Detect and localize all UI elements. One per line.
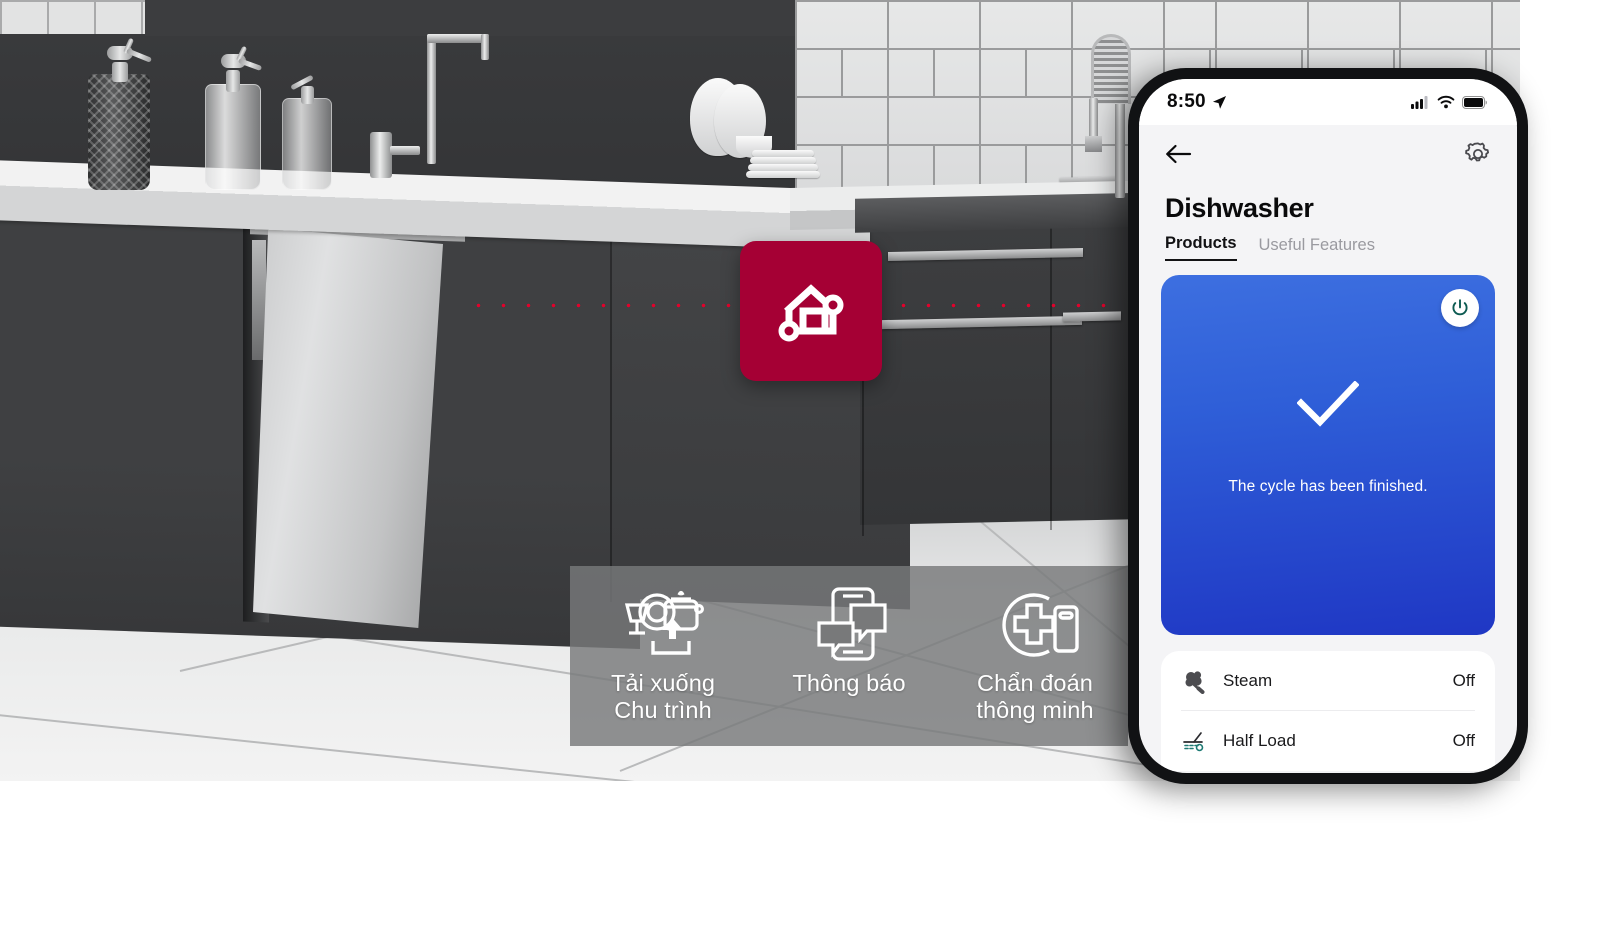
list-item[interactable]: Steam Off [1181, 651, 1475, 711]
cabinet-seam-2 [862, 206, 864, 536]
power-button[interactable] [1441, 289, 1479, 327]
status-bar-left: 8:50 [1167, 91, 1227, 113]
feature-item-download-cycle[interactable]: Tải xuống Chu trình [570, 566, 756, 724]
drawer-pull-5 [1063, 311, 1121, 322]
dishwasher-top-panel [250, 202, 465, 242]
drawer-pull-3 [888, 247, 1083, 262]
countertop-left [0, 160, 870, 251]
feature-label-line1: Chẩn đoán [977, 670, 1093, 696]
feature-label-notification: Thông báo [792, 670, 905, 697]
feature-item-notification[interactable]: Thông báo [756, 566, 942, 697]
dishwasher-open-door [253, 228, 443, 628]
back-arrow-icon [1166, 144, 1192, 163]
drawer-pull-1 [880, 183, 1085, 198]
location-arrow-icon [1212, 95, 1226, 109]
cabinet-seam-3 [1050, 200, 1052, 530]
feature-item-smart-diagnosis[interactable]: Chẩn đoán thông minh [942, 566, 1128, 724]
list-item-label: Steam [1223, 670, 1273, 690]
status-bar: 8:50 [1139, 79, 1517, 125]
status-card: The cycle has been finished. [1161, 275, 1495, 635]
status-bar-right [1411, 95, 1487, 109]
settings-button[interactable] [1465, 141, 1491, 172]
list-item-label: Half Load [1223, 731, 1296, 750]
list-item-value: Off [1452, 731, 1475, 750]
smart-diagnosis-icon [987, 583, 1083, 667]
status-time: 8:50 [1167, 91, 1206, 112]
base-cabinets-left [0, 196, 640, 650]
feature-label-line1: Tải xuống [610, 670, 716, 696]
tab-bar: Products Useful Features [1139, 224, 1517, 261]
dark-wall-top [145, 0, 800, 36]
steam-icon [1181, 668, 1223, 694]
feature-overlay-panel: Tải xuống Chu trình Thông báo Chẩn đoán … [570, 566, 1128, 746]
lg-thinq-logo-tile[interactable] [740, 241, 882, 381]
dark-wall [0, 0, 800, 200]
page-title: Dishwasher [1165, 193, 1314, 223]
status-card-message: The cycle has been finished. [1228, 478, 1428, 495]
seltzer-bottle-2 [205, 45, 263, 190]
tile-patch-upper-left [0, 0, 145, 34]
floor-shadow [0, 520, 900, 610]
dishwasher-cavity [243, 211, 269, 623]
wifi-icon [1437, 95, 1455, 109]
glass-bottle-3 [282, 74, 332, 190]
feature-list: Steam Off Half Load Off [1161, 651, 1495, 771]
drawer-pull-2 [1060, 176, 1120, 187]
lg-thinq-home-icon [778, 284, 844, 342]
base-cabinets-right [610, 228, 910, 610]
app-root: Tải xuống Chu trình Thông báo Chẩn đoán … [0, 0, 1600, 946]
half-load-icon [1181, 728, 1223, 754]
back-button[interactable] [1165, 143, 1192, 170]
cellular-signal-icon [1411, 96, 1428, 109]
tab-products[interactable]: Products [1165, 234, 1237, 261]
cabinet-seam-1 [610, 232, 612, 602]
connector-dotted-line [466, 303, 1121, 308]
dishwasher-rack [252, 240, 266, 360]
feature-label-line1: Thông báo [792, 670, 906, 696]
checkmark-icon [1296, 380, 1360, 434]
feature-label-line2: Chu trình [614, 697, 712, 723]
phone-screen: 8:50 Dishwasher Products Useful Features… [1139, 79, 1517, 773]
download-cycle-icon [613, 583, 713, 667]
feature-label-download-cycle: Tải xuống Chu trình [611, 670, 715, 724]
nav-bar [1139, 125, 1517, 187]
power-icon [1452, 299, 1468, 316]
seltzer-bottle-1 [88, 37, 152, 190]
tab-useful-features[interactable]: Useful Features [1259, 236, 1375, 261]
list-item-value: Off [1452, 670, 1475, 690]
feature-label-smart-diagnosis: Chẩn đoán thông minh [976, 670, 1093, 724]
list-item[interactable]: Half Load Off [1181, 711, 1475, 771]
phone-notification-icon [805, 583, 893, 667]
drawer-pull-4 [882, 315, 1082, 330]
gear-icon [1465, 142, 1489, 161]
feature-label-line2: thông minh [976, 697, 1094, 723]
battery-full-icon [1462, 95, 1487, 109]
phone-device: 8:50 Dishwasher Products Useful Features… [1128, 68, 1528, 784]
